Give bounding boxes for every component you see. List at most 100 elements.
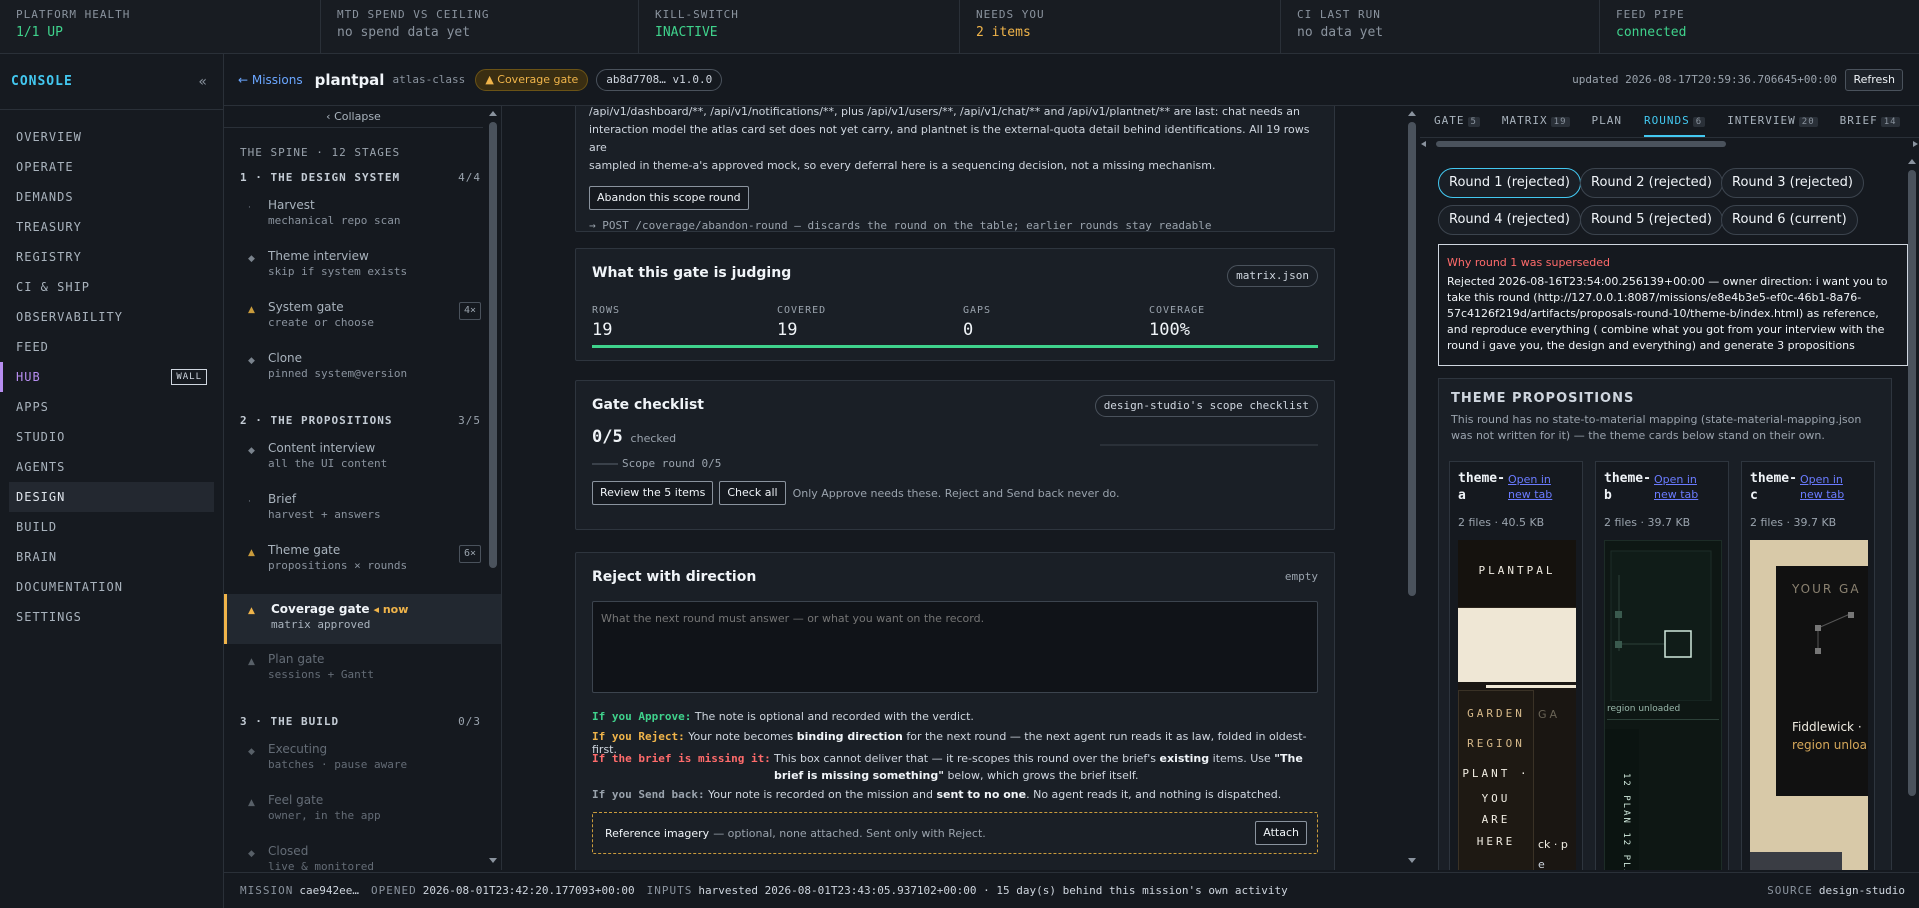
back-to-missions-link[interactable]: ← Missions [238, 73, 303, 87]
theme-propositions-panel: THEME PROPOSITIONS This round has no sta… [1438, 378, 1892, 870]
round-2-chip[interactable]: Round 2 (rejected) [1580, 168, 1723, 198]
sidebar-item-overview[interactable]: OVERVIEW [0, 122, 223, 152]
gate-triangle-icon: ▲ [248, 305, 255, 315]
collapse-spine-button[interactable]: ‹ Collapse [224, 106, 483, 128]
stage-clone[interactable]: ◆ Clone pinned system@version [224, 351, 501, 402]
gate-triangle-icon: ▲ [248, 798, 255, 808]
check-all-button[interactable]: Check all [719, 481, 786, 505]
theme-card-c[interactable]: theme-c Open in new tab 2 files · 39.7 K… [1741, 461, 1875, 870]
version-badge: ab8d7708… v1.0.0 [596, 68, 723, 91]
abandon-scope-round-button[interactable]: Abandon this scope round [589, 186, 749, 210]
checklist-count: 0/5 [592, 427, 623, 447]
collapse-sidebar-icon[interactable]: « [198, 74, 207, 90]
spine-section-build: 3 · THE BUILD 0/3 [240, 715, 481, 728]
round-4-chip[interactable]: Round 4 (rejected) [1438, 205, 1581, 235]
tab-gate[interactable]: GATE 5 [1434, 114, 1480, 137]
sidebar-item-demands[interactable]: DEMANDS [0, 182, 223, 212]
tab-brief[interactable]: BRIEF 14 [1840, 114, 1900, 137]
tab-matrix[interactable]: MATRIX 19 [1502, 114, 1570, 137]
mission-footer: MISSION cae942ee… OPENED 2026-08-01T23:42:… [224, 872, 1919, 908]
gate-checklist-card: Gate checklist design-studio's scope che… [575, 380, 1335, 530]
round-5-chip[interactable]: Round 5 (rejected) [1580, 205, 1723, 235]
sidebar-item-operate[interactable]: OPERATE [0, 152, 223, 182]
checklist-note: Only Approve needs these. Reject and Sen… [792, 486, 1120, 500]
scope-round-progress: Scope round 0/5 [622, 457, 722, 470]
sidebar-item-studio[interactable]: STUDIO [0, 422, 223, 452]
coverage-bar [592, 345, 1318, 348]
project-class: atlas-class [392, 73, 466, 86]
sidebar-item-apps[interactable]: APPS [0, 392, 223, 422]
stage-brief[interactable]: · Brief harvest + answers [224, 492, 501, 543]
open-in-new-tab-link[interactable]: Open in new tab [1654, 472, 1714, 502]
sidebar-item-hub[interactable]: HUB WALL [0, 362, 223, 392]
stage-closed[interactable]: ◆ Closed live & monitored [224, 844, 501, 870]
gate-main-panel: /api/v1/dashboard/**, /api/v1/notificati… [502, 106, 1408, 870]
propositions-note: This round has no state-to-material mapp… [1451, 413, 1862, 442]
stage-system-gate[interactable]: ▲ System gate create or choose 4× [224, 300, 501, 351]
stage-diamond-icon: ◆ [248, 747, 255, 757]
tab-plan[interactable]: PLAN [1592, 114, 1623, 137]
sidebar-item-ci-ship[interactable]: CI & SHIP [0, 272, 223, 302]
spine-panel: ‹ Collapse THE SPINE · 12 STAGES 1 · THE… [224, 106, 502, 870]
sidebar-item-build[interactable]: BUILD [0, 512, 223, 542]
refresh-button[interactable]: Refresh [1845, 68, 1903, 91]
sidebar-item-treasury[interactable]: TREASURY [0, 212, 223, 242]
scope-description: /api/v1/dashboard/**, /api/v1/notificati… [589, 106, 1310, 172]
main-scrollbar[interactable] [1406, 110, 1418, 866]
sidebar-item-design[interactable]: DESIGN [9, 482, 214, 512]
status-feed-pipe: FEED PIPE connected [1616, 8, 1687, 40]
superseded-text: Rejected 2026-08-16T23:54:00.256139+00:0… [1447, 275, 1888, 352]
status-mtd-spend: MTD SPEND VS CEILING no spend data yet [321, 0, 639, 54]
gate-triangle-icon: ▲ [248, 657, 255, 667]
stage-count-badge: 6× [458, 545, 481, 563]
sidebar-item-feed[interactable]: FEED [0, 332, 223, 362]
gate-triangle-icon: ▲ [248, 548, 255, 558]
sidebar: CONSOLE « OVERVIEW OPERATE DEMANDS TREAS… [0, 54, 224, 908]
sidebar-item-settings[interactable]: SETTINGS [0, 602, 223, 632]
sidebar-item-agents[interactable]: AGENTS [0, 452, 223, 482]
wall-badge[interactable]: WALL [171, 369, 207, 385]
tab-interview[interactable]: INTERVIEW 20 [1727, 114, 1818, 137]
round-6-chip[interactable]: Round 6 (current) [1721, 205, 1858, 235]
stage-count-badge: 4× [458, 302, 481, 320]
status-needs-you[interactable]: NEEDS YOU 2 items [960, 0, 1281, 54]
stage-theme-interview[interactable]: ◆ Theme interview skip if system exists [224, 249, 501, 300]
sidebar-item-observability[interactable]: OBSERVABILITY [0, 302, 223, 332]
updated-timestamp: updated 2026-08-17T20:59:36.706645+00:00 [1572, 73, 1837, 86]
sidebar-item-documentation[interactable]: DOCUMENTATION [0, 572, 223, 602]
stage-executing[interactable]: ◆ Executing batches · pause aware [224, 742, 501, 793]
reject-direction-textarea[interactable] [592, 601, 1318, 693]
status-kill-switch: KILL-SWITCH INACTIVE [639, 0, 960, 54]
round-1-chip[interactable]: Round 1 (rejected) [1438, 168, 1581, 198]
attach-button[interactable]: Attach [1255, 821, 1307, 845]
tabs-horizontal-scrollbar[interactable] [1420, 140, 1919, 148]
tab-rounds[interactable]: ROUNDS 6 [1644, 114, 1706, 137]
stage-coverage-gate[interactable]: ▲ Coverage gate ◂ now matrix approved [224, 594, 501, 644]
stage-harvest[interactable]: · Harvest mechanical repo scan [224, 198, 501, 249]
mission-id[interactable]: cae942ee… [299, 884, 359, 897]
stage-content-interview[interactable]: ◆ Content interview all the UI content [224, 441, 501, 492]
sidebar-item-brain[interactable]: BRAIN [0, 542, 223, 572]
theme-card-a[interactable]: theme-a Open in new tab 2 files · 40.5 K… [1449, 461, 1583, 870]
reference-imagery-dropzone[interactable]: Reference imagery — optional, none attach… [592, 812, 1318, 854]
spine-scrollbar[interactable] [488, 110, 498, 866]
open-in-new-tab-link[interactable]: Open in new tab [1800, 472, 1860, 502]
scope-checklist-chip[interactable]: design-studio's scope checklist [1094, 395, 1318, 417]
round-3-chip[interactable]: Round 3 (rejected) [1721, 168, 1864, 198]
open-in-new-tab-link[interactable]: Open in new tab [1508, 472, 1568, 502]
matrix-json-chip[interactable]: matrix.json [1227, 265, 1318, 287]
sidebar-item-registry[interactable]: REGISTRY [0, 242, 223, 272]
stage-plan-gate[interactable]: ▲ Plan gate sessions + Gantt [224, 652, 501, 703]
scope-round-card: /api/v1/dashboard/**, /api/v1/notificati… [575, 106, 1335, 232]
stage-feel-gate[interactable]: ▲ Feel gate owner, in the app [224, 793, 501, 844]
review-items-button[interactable]: Review the 5 items [592, 481, 714, 505]
theme-card-b[interactable]: theme-b Open in new tab 2 files · 39.7 K… [1595, 461, 1729, 870]
metric-coverage: COVERAGE 100% [1149, 305, 1206, 340]
spine-section-design-system: 1 · THE DESIGN SYSTEM 4/4 [240, 171, 481, 184]
brand-title[interactable]: CONSOLE [11, 74, 73, 89]
side-panel-scrollbar[interactable] [1906, 158, 1918, 868]
sidebar-item-label: HUB [16, 370, 41, 384]
reject-title: Reject with direction [592, 569, 757, 585]
metric-covered: COVERED 19 [777, 305, 827, 340]
stage-theme-gate[interactable]: ▲ Theme gate propositions × rounds 6× [224, 543, 501, 594]
